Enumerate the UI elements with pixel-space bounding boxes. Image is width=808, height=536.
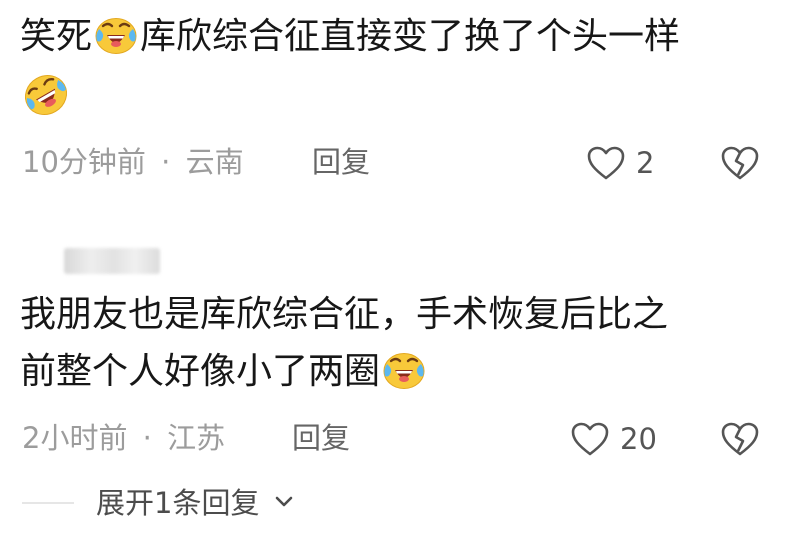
comment-1-reply-button[interactable]: 回复: [312, 142, 370, 182]
comment-2-separator: ·: [142, 421, 152, 455]
comment-2-like-button[interactable]: 20: [570, 419, 670, 459]
comment-2-text-line2: 前整个人好像小了两圈: [20, 351, 381, 392]
crying-laughing-emoji-icon: [381, 348, 427, 390]
comment-2-location: 江苏: [167, 421, 226, 455]
broken-heart-icon[interactable]: [720, 145, 760, 181]
comment-1-like-count: 2: [636, 146, 655, 180]
heart-outline-icon: [587, 146, 625, 180]
comment-1-like-button[interactable]: 2: [586, 143, 666, 183]
comment-2-like-count: 20: [620, 422, 657, 456]
comment-2-meta: 2小时前 · 江苏: [22, 418, 225, 458]
comment-2-text-line1: 我朋友也是库欣综合征，手术恢复后比之: [20, 294, 669, 335]
comment-1-separator: ·: [161, 145, 171, 179]
comment-1-text-part2: 库欣综合征直接变了换了个头一样: [140, 16, 681, 57]
broken-heart-icon[interactable]: [720, 421, 760, 457]
replies-divider: [22, 502, 74, 504]
comment-1-meta: 10分钟前 · 云南: [22, 142, 244, 182]
comment-2-text-line2-row: 前整个人好像小了两圈: [20, 347, 428, 397]
comment-1-text-part1: 笑死: [20, 16, 93, 57]
expand-replies-button[interactable]: 展开1条回复: [96, 483, 295, 523]
rolling-laughing-emoji-icon: [20, 70, 72, 120]
comment-1-text: 笑死 库欣综合征直接变了换了个头一样: [20, 12, 680, 62]
expand-replies-label: 展开1条回复: [96, 486, 260, 520]
comment-2-time: 2小时前: [22, 421, 128, 455]
chevron-down-icon: [275, 496, 292, 507]
comment-1-location: 云南: [185, 145, 244, 179]
comment-2-username-blurred: [64, 248, 160, 274]
comment-2-reply-button[interactable]: 回复: [292, 418, 350, 458]
heart-outline-icon: [571, 422, 609, 456]
crying-laughing-emoji-icon: [93, 13, 139, 55]
comment-1-time: 10分钟前: [22, 145, 146, 179]
